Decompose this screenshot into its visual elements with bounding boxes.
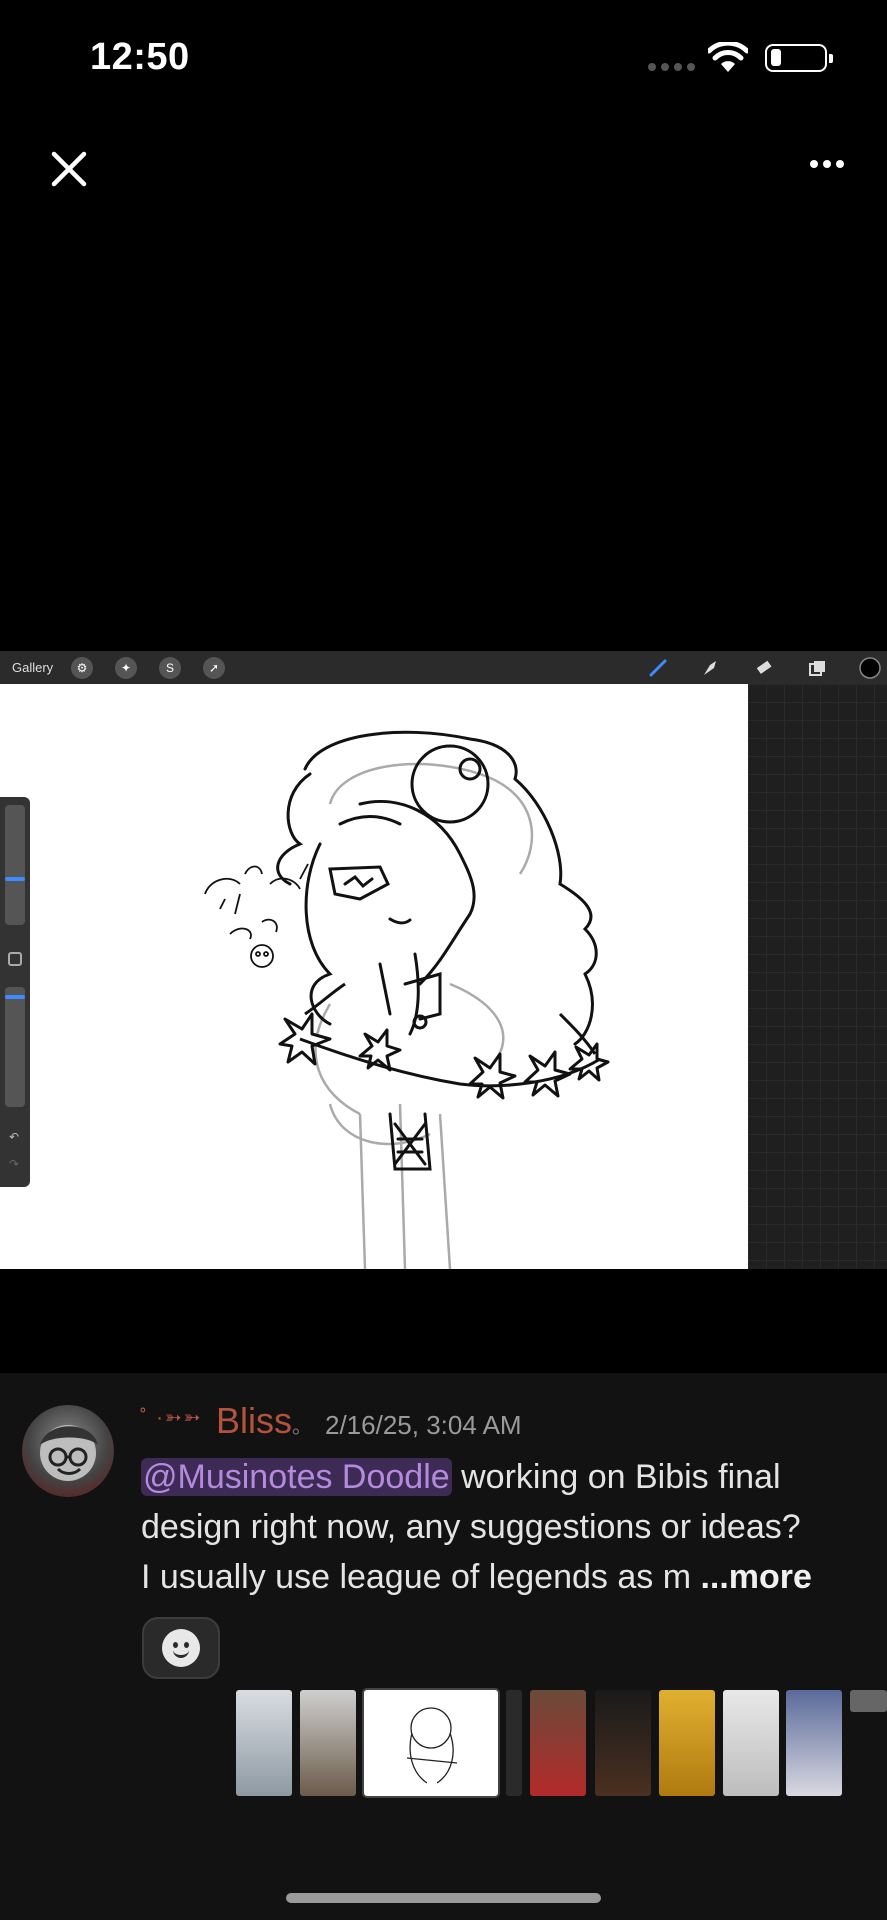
user-mention[interactable]: @Musinotes Doodle bbox=[141, 1458, 452, 1496]
attachment-thumbnail[interactable] bbox=[659, 1690, 715, 1796]
attachment-thumbnail-selected[interactable] bbox=[364, 1690, 498, 1796]
attachment-thumbnail[interactable] bbox=[300, 1690, 356, 1796]
message-text: @Musinotes Doodle working on Bibis final… bbox=[141, 1452, 861, 1602]
brush-size-sidebar: ↶ ↷ bbox=[0, 797, 30, 1187]
status-time: 12:50 bbox=[90, 36, 190, 78]
author-name-text[interactable]: Bliss bbox=[216, 1400, 292, 1441]
attachment-thumbnail[interactable] bbox=[786, 1690, 842, 1796]
wrench-icon: ⚙ bbox=[71, 657, 93, 679]
eraser-icon bbox=[756, 660, 772, 674]
transform-icon: ➚ bbox=[203, 657, 225, 679]
shared-image[interactable]: Gallery ⚙ ✦ S ➚ ↶ ↷ bbox=[0, 651, 887, 1269]
message-line-3: I usually use league of legends as m bbox=[141, 1558, 701, 1596]
gallery-label: Gallery bbox=[12, 660, 54, 675]
attachment-thumbnail[interactable] bbox=[506, 1690, 522, 1796]
author-name[interactable]: Bliss。 bbox=[216, 1400, 312, 1442]
home-indicator[interactable] bbox=[286, 1893, 601, 1903]
cellular-signal-icon bbox=[648, 63, 695, 71]
avatar[interactable] bbox=[22, 1405, 114, 1497]
selection-icon: S bbox=[159, 657, 181, 679]
attachment-thumbnail[interactable] bbox=[723, 1690, 779, 1796]
attachment-thumbnail[interactable] bbox=[595, 1690, 651, 1796]
attachment-thumbnail[interactable] bbox=[850, 1690, 887, 1712]
attachment-thumbnail[interactable] bbox=[236, 1690, 292, 1796]
drawing-canvas bbox=[0, 684, 748, 1269]
show-more-link[interactable]: ...more bbox=[700, 1558, 811, 1596]
author-suffix: 。 bbox=[292, 1416, 313, 1438]
more-options-icon[interactable] bbox=[810, 160, 844, 168]
wifi-icon bbox=[708, 42, 748, 72]
drawing-app-toolbar: Gallery ⚙ ✦ S ➚ bbox=[0, 651, 887, 684]
brush-icon bbox=[649, 659, 667, 677]
attachment-thumbnail[interactable] bbox=[530, 1690, 586, 1796]
battery-icon bbox=[765, 44, 833, 72]
smiley-icon bbox=[162, 1629, 200, 1667]
close-icon[interactable] bbox=[50, 150, 88, 188]
magic-wand-icon: ✦ bbox=[115, 657, 137, 679]
message-timestamp: 2/16/25, 3:04 AM bbox=[325, 1410, 522, 1440]
add-reaction-button[interactable] bbox=[142, 1617, 220, 1679]
layers-icon bbox=[809, 661, 825, 676]
smudge-icon bbox=[704, 661, 716, 675]
color-swatch-icon bbox=[859, 657, 881, 679]
character-sketch bbox=[204, 730, 610, 1269]
message-line-1: working on Bibis final bbox=[451, 1458, 781, 1496]
message-line-2: design right now, any suggestions or ide… bbox=[141, 1508, 801, 1546]
author-decoration: ˚ ·➳➳ bbox=[140, 1407, 203, 1429]
canvas-background bbox=[748, 684, 887, 1269]
